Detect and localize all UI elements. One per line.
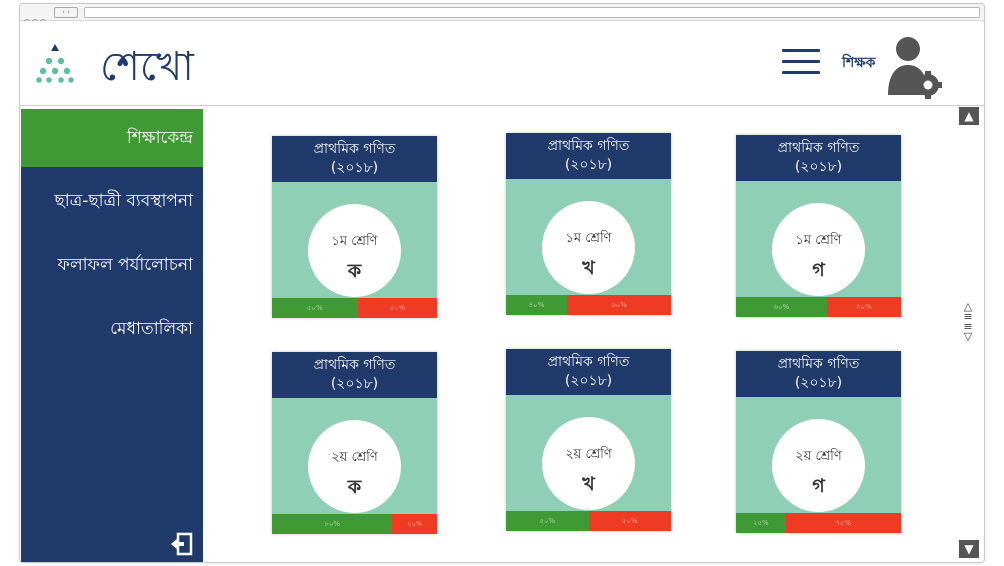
course-card[interactable]: প্রাথমিক গণিত (২০১৮) ২য় শ্রেণি ক ৮০% ২০% — [272, 352, 437, 534]
card-title: প্রাথমিক গণিত — [547, 354, 630, 370]
section-label: ক — [347, 260, 362, 282]
grade-label: ১ম শ্রেণি — [331, 234, 378, 249]
fail-bar: ৪০% — [826, 297, 901, 317]
grade-label: ২য় শ্রেণি — [795, 449, 842, 464]
menu-hamburger-icon[interactable] — [782, 49, 820, 75]
fail-bar: ৬০% — [567, 295, 671, 315]
progress-bar: ৫০% ৫০% — [506, 511, 671, 531]
card-header: প্রাথমিক গণিত (২০১৮) — [736, 135, 901, 181]
fail-bar: ৫০% — [357, 298, 437, 318]
pass-bar: ২৫% — [736, 513, 786, 533]
card-year: (২০১৮) — [794, 375, 843, 391]
pass-bar: ৬০% — [736, 297, 827, 317]
card-header: প্রাথমিক গণিত (২০১৮) — [506, 349, 671, 395]
progress-bar: ৫০% ৫০% — [272, 298, 437, 318]
fail-bar: ৫০% — [588, 511, 671, 531]
card-year: (২০১৮) — [794, 159, 843, 175]
back-forward-buttons[interactable]: ‹ › — [54, 7, 78, 18]
sidebar-item-student-management[interactable]: ছাত্র-ছাত্রী ব্যবস্থাপনা — [21, 172, 203, 230]
card-title: প্রাথমিক গণিত — [777, 356, 860, 372]
chevron-up-icon[interactable]: ▲ — [959, 107, 979, 125]
pass-bar: ৫০% — [272, 298, 358, 318]
user-settings-icon[interactable] — [872, 35, 944, 99]
user-role-label: শিক্ষক — [842, 55, 876, 71]
sidebar: শিক্ষাকেন্দ্র ছাত্র-ছাত্রী ব্যবস্থাপনা ফ… — [21, 109, 203, 562]
course-card[interactable]: প্রাথমিক গণিত (২০১৮) ১ম শ্রেণি ক ৫০% ৫০% — [272, 136, 437, 318]
card-year: (২০১৮) — [564, 157, 613, 173]
section-label: খ — [582, 473, 595, 495]
card-year: (২০১৮) — [330, 376, 379, 392]
card-body: ১ম শ্রেণি ক — [272, 182, 437, 298]
browser-window: ‹ › শেখো শিক্ষক শিক্ষাকেন্দ্র ছাত্র-ছাত্… — [19, 3, 985, 563]
card-title: প্রাথমিক গণিত — [313, 357, 396, 373]
card-title: প্রাথমিক গণিত — [777, 140, 860, 156]
progress-bar: ২৫% ৭৫% — [736, 513, 901, 533]
progress-bar: ৪০% ৬০% — [506, 295, 671, 315]
grade-label: ২য় শ্রেণি — [565, 447, 612, 462]
sidebar-item-learning-center[interactable]: শিক্ষাকেন্দ্র — [21, 109, 203, 167]
section-label: গ — [812, 475, 825, 497]
section-label: গ — [812, 259, 825, 281]
sidebar-item-merit-list[interactable]: মেধাতালিকা — [21, 300, 203, 358]
section-label: ক — [347, 476, 362, 498]
course-card[interactable]: প্রাথমিক গণিত (২০১৮) ২য় শ্রেণি গ ২৫% ৭৫% — [736, 351, 901, 533]
card-body: ২য় শ্রেণি গ — [736, 397, 901, 513]
scroll-handle-icon[interactable]: △ ≡ ≡ ▽ — [960, 301, 976, 352]
card-body: ১ম শ্রেণি খ — [506, 179, 671, 295]
card-header: প্রাথমিক গণিত (২০১৮) — [736, 351, 901, 397]
app-header: শেখো শিক্ষক — [20, 21, 984, 106]
card-body: ২য় শ্রেণি খ — [506, 395, 671, 511]
card-body: ২য় শ্রেণি ক — [272, 398, 437, 514]
card-year: (২০১৮) — [330, 160, 379, 176]
sidebar-item-result-review[interactable]: ফলাফল পর্যালোচনা — [21, 236, 203, 294]
course-card[interactable]: প্রাথমিক গণিত (২০১৮) ১ম শ্রেণি খ ৪০% ৬০% — [506, 133, 671, 315]
logo-dots-icon — [36, 44, 74, 83]
browser-chrome: ‹ › — [20, 4, 984, 25]
logout-icon[interactable] — [169, 532, 193, 556]
pass-bar: ৮০% — [272, 514, 393, 534]
class-circle: ১ম শ্রেণি খ — [542, 201, 635, 294]
card-header: প্রাথমিক গণিত (২০১৮) — [272, 352, 437, 398]
course-card[interactable]: প্রাথমিক গণিত (২০১৮) ১ম শ্রেণি গ ৬০% ৪০% — [736, 135, 901, 317]
class-circle: ২য় শ্রেণি গ — [772, 419, 865, 512]
chevron-down-icon[interactable]: ▼ — [959, 540, 979, 558]
pass-bar: ৫০% — [506, 511, 589, 531]
section-label: খ — [582, 257, 595, 279]
address-bar[interactable] — [84, 7, 980, 18]
progress-bar: ৬০% ৪০% — [736, 297, 901, 317]
card-title: প্রাথমিক গণিত — [313, 141, 396, 157]
grade-label: ১ম শ্রেণি — [795, 233, 842, 248]
card-header: প্রাথমিক গণিত (২০১৮) — [506, 133, 671, 179]
app-logo-text: শেখো — [100, 44, 194, 90]
class-circle: ১ম শ্রেণি গ — [772, 203, 865, 296]
class-circle: ২য় শ্রেণি খ — [542, 417, 635, 510]
card-body: ১ম শ্রেণি গ — [736, 181, 901, 297]
progress-bar: ৮০% ২০% — [272, 514, 437, 534]
grade-label: ১ম শ্রেণি — [565, 231, 612, 246]
pass-bar: ৪০% — [506, 295, 568, 315]
card-header: প্রাথমিক গণিত (২০১৮) — [272, 136, 437, 182]
fail-bar: ৭৫% — [785, 513, 901, 533]
fail-bar: ২০% — [392, 514, 437, 534]
card-title: প্রাথমিক গণিত — [547, 138, 630, 154]
card-year: (২০১৮) — [564, 373, 613, 389]
course-card[interactable]: প্রাথমিক গণিত (২০১৮) ২য় শ্রেণি খ ৫০% ৫০% — [506, 349, 671, 531]
class-circle: ১ম শ্রেণি ক — [308, 204, 401, 297]
class-circle: ২য় শ্রেণি ক — [308, 420, 401, 513]
grade-label: ২য় শ্রেণি — [331, 450, 378, 465]
